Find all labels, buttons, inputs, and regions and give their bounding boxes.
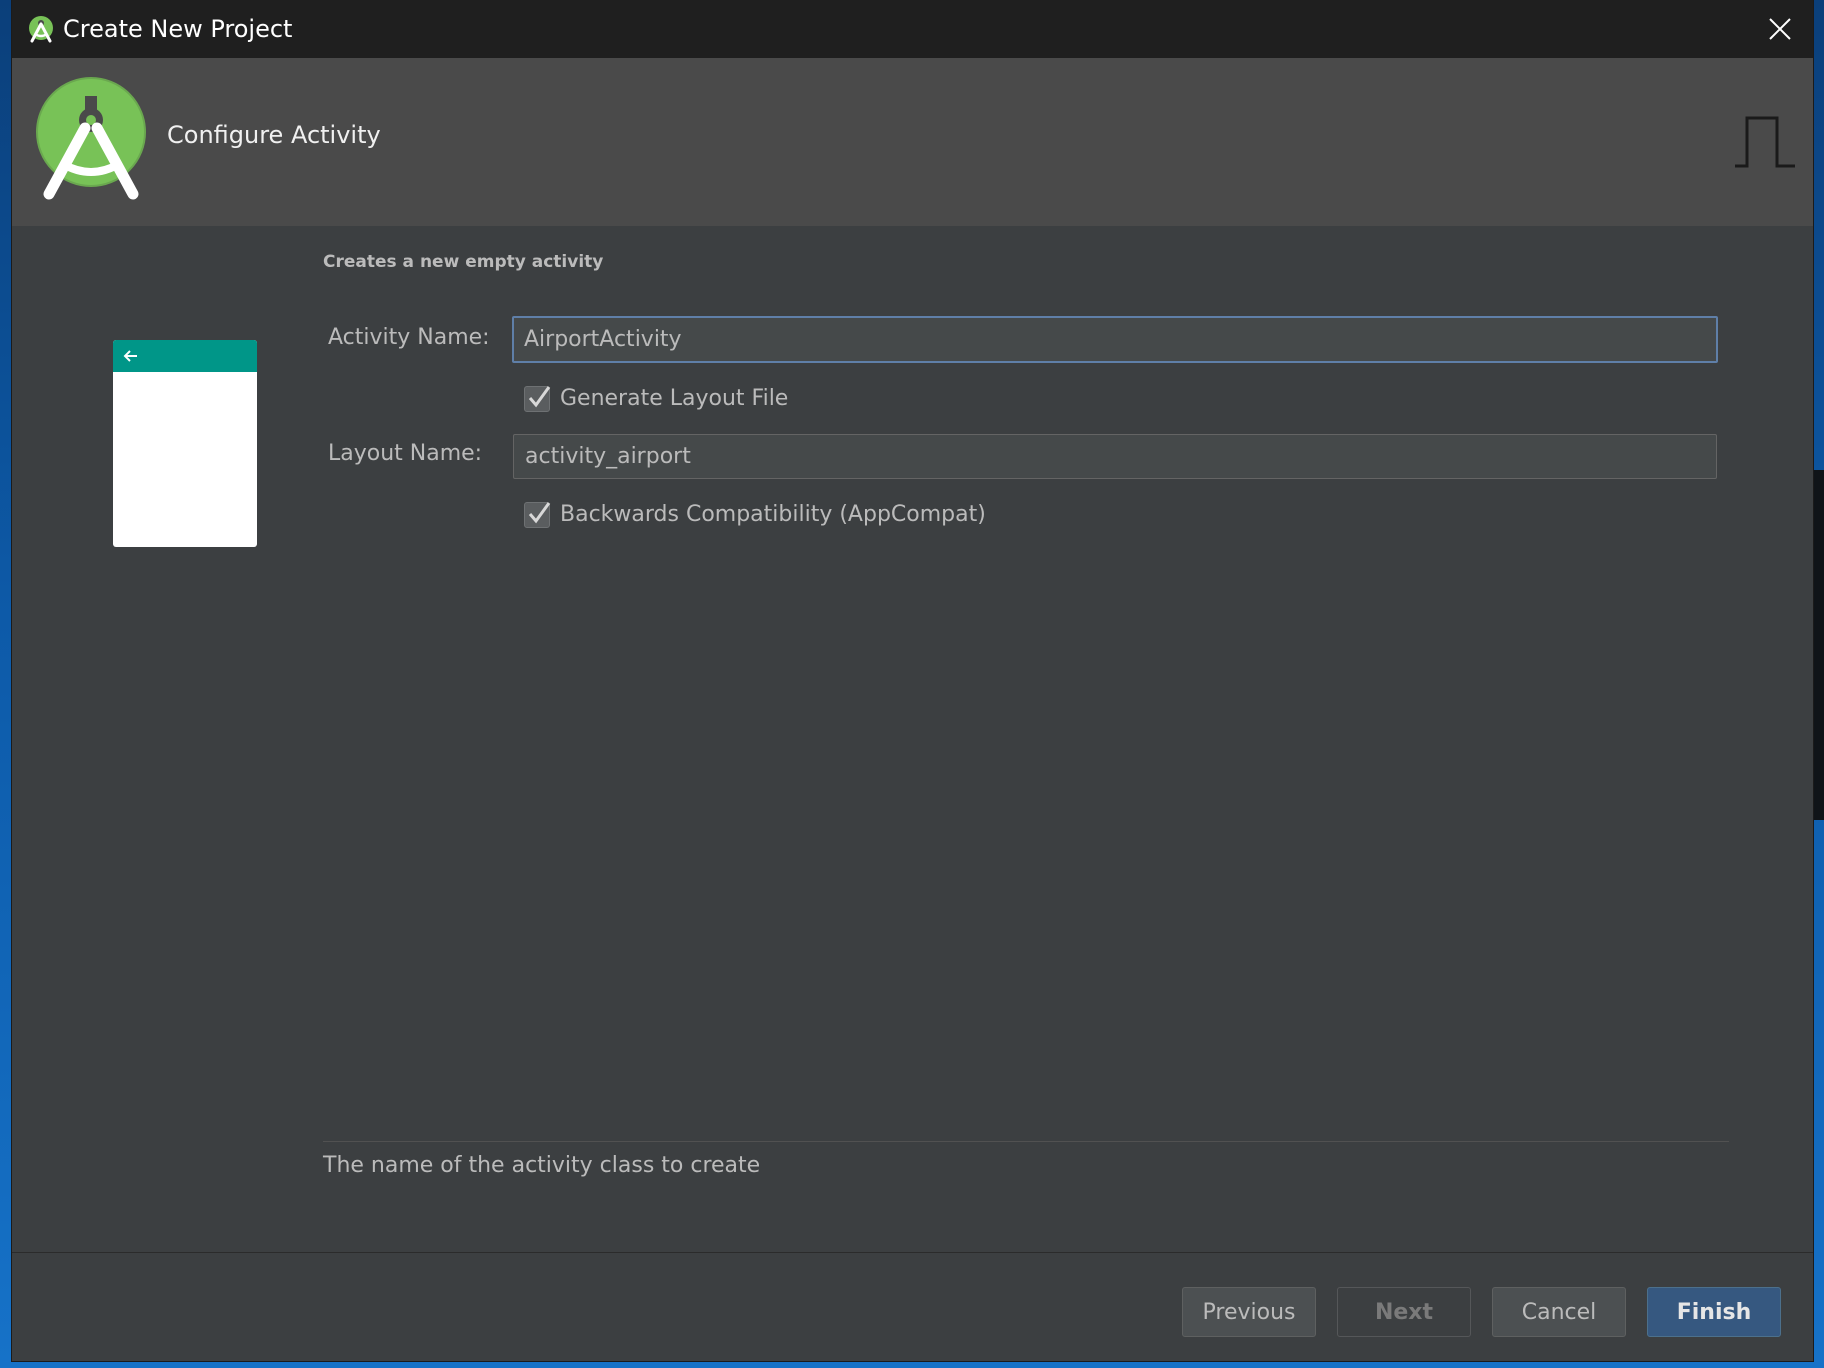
finish-button[interactable]: Finish — [1647, 1287, 1781, 1337]
page-title: Configure Activity — [167, 121, 381, 149]
cancel-button[interactable]: Cancel — [1492, 1287, 1626, 1337]
wizard-header: Configure Activity — [12, 58, 1813, 226]
backwards-compat-label: Backwards Compatibility (AppCompat) — [560, 502, 986, 527]
layout-name-label: Layout Name: — [328, 441, 483, 466]
generate-layout-label: Generate Layout File — [560, 386, 789, 411]
next-button[interactable]: Next — [1337, 1287, 1471, 1337]
window-title: Create New Project — [63, 15, 293, 43]
preview-toolbar — [113, 340, 257, 372]
hint-divider — [323, 1141, 1729, 1142]
android-studio-logo — [35, 76, 155, 200]
desktop-background-strip — [1814, 470, 1824, 820]
generate-layout-row[interactable]: Generate Layout File — [524, 384, 788, 414]
generate-layout-checkbox[interactable] — [524, 386, 551, 412]
title-bar: Create New Project — [12, 0, 1813, 58]
close-icon — [1769, 18, 1791, 40]
previous-button[interactable]: Previous — [1182, 1287, 1316, 1337]
create-project-dialog: Create New Project Configure Activity Cr… — [12, 0, 1813, 1361]
template-description: Creates a new empty activity — [323, 252, 604, 272]
footer-divider — [12, 1252, 1813, 1253]
layout-name-input[interactable] — [513, 434, 1717, 479]
backwards-compat-row[interactable]: Backwards Compatibility (AppCompat) — [524, 500, 986, 530]
close-button[interactable] — [1747, 0, 1813, 58]
checkmark-icon — [528, 386, 551, 408]
activity-name-input[interactable] — [512, 316, 1718, 363]
field-hint: The name of the activity class to create — [323, 1153, 761, 1178]
android-studio-icon — [27, 15, 55, 43]
arrow-left-icon — [123, 350, 137, 362]
square-wave-icon — [1734, 116, 1796, 168]
activity-preview — [113, 340, 257, 547]
backwards-compat-checkbox[interactable] — [524, 502, 551, 528]
checkmark-icon — [528, 502, 551, 524]
activity-name-label: Activity Name: — [328, 325, 490, 350]
